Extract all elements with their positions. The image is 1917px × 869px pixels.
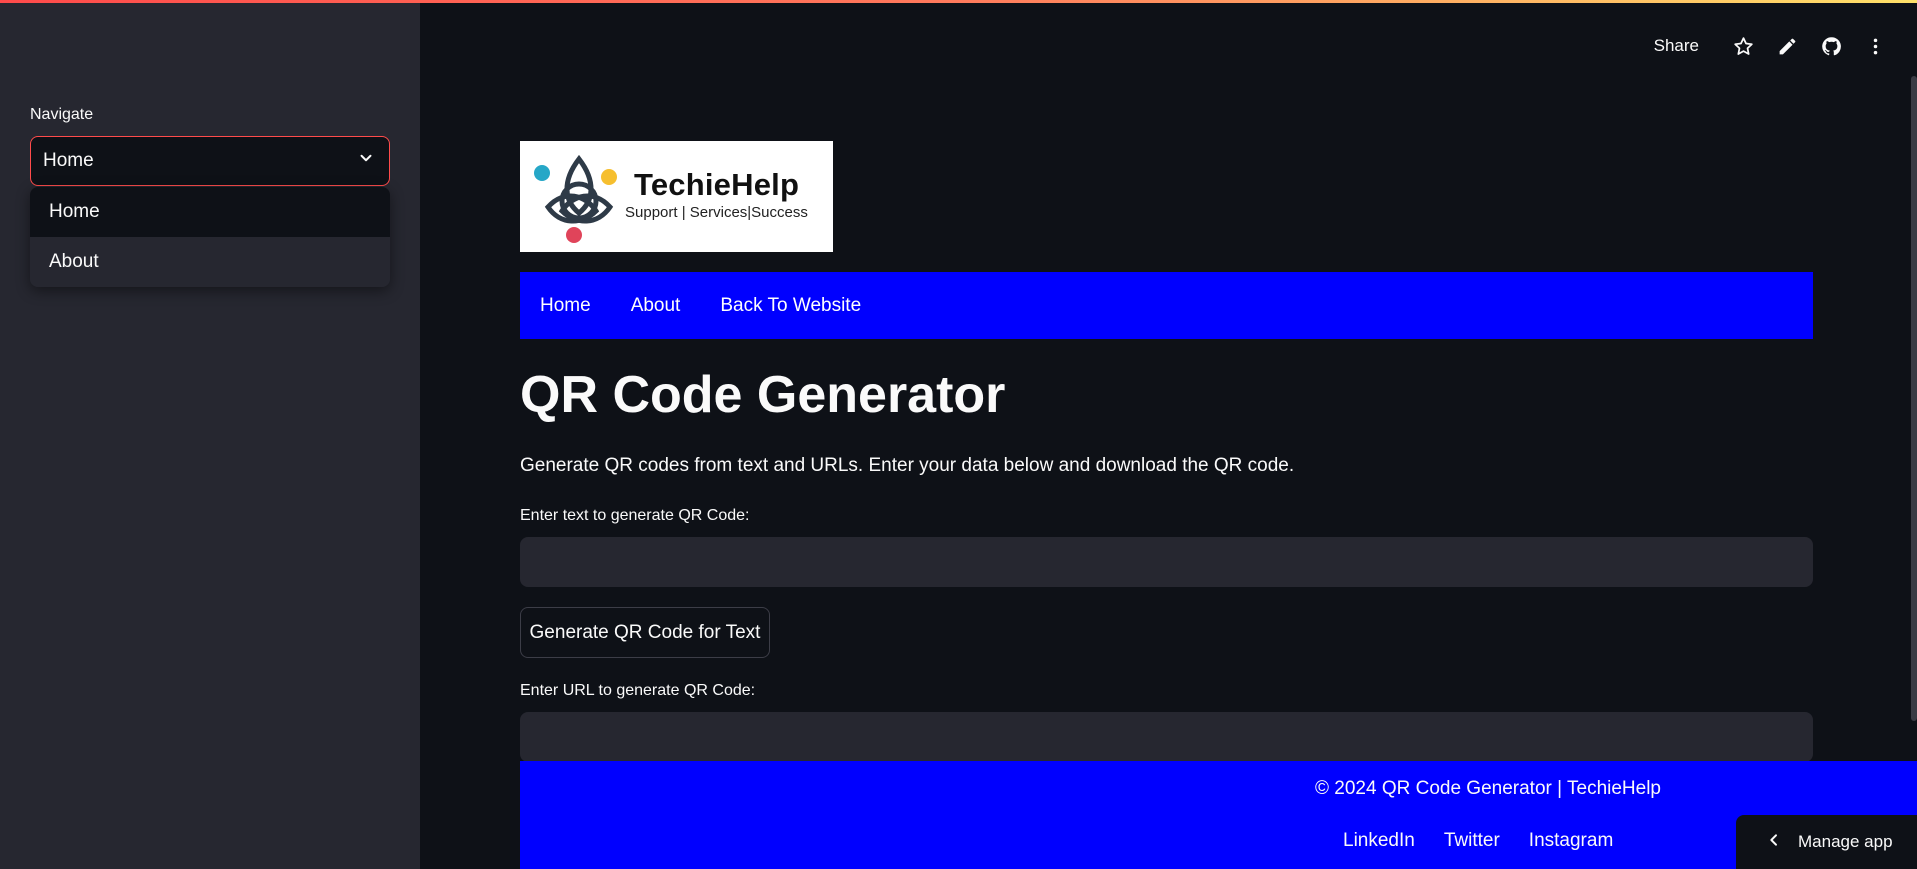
page-title: QR Code Generator [520, 366, 1006, 424]
top-accent-bar [0, 0, 1917, 3]
page-subtitle: Generate QR codes from text and URLs. En… [520, 455, 1295, 476]
navigate-label: Navigate [30, 106, 94, 123]
text-input-label: Enter text to generate QR Code: [520, 507, 750, 524]
manage-app-label: Manage app [1798, 832, 1893, 851]
logo-emblem-icon [534, 154, 617, 243]
more-vertical-icon[interactable] [1853, 28, 1897, 64]
share-button[interactable]: Share [1654, 36, 1699, 56]
star-icon[interactable] [1721, 28, 1765, 64]
navigate-dropdown-menu: Home About [30, 187, 390, 287]
dropdown-option-home[interactable]: Home [30, 187, 390, 237]
qr-text-input[interactable] [520, 537, 1813, 587]
chevron-down-icon [357, 149, 375, 173]
qr-url-input[interactable] [520, 712, 1813, 762]
navigate-select-value: Home [43, 150, 94, 171]
app-toolbar: Share [1654, 28, 1897, 64]
footer-links: LinkedIn Twitter Instagram [1343, 830, 1613, 852]
footer-copyright: © 2024 QR Code Generator | TechieHelp [1315, 778, 1661, 799]
url-input-label: Enter URL to generate QR Code: [520, 682, 756, 699]
logo-tagline: Support | Services|Success [625, 204, 808, 221]
footer-link-twitter[interactable]: Twitter [1444, 830, 1500, 852]
vertical-scrollbar[interactable] [1911, 76, 1917, 721]
navigate-select[interactable]: Home [30, 136, 390, 186]
footer-link-instagram[interactable]: Instagram [1529, 830, 1613, 852]
page-footer: © 2024 QR Code Generator | TechieHelp Li… [520, 761, 1917, 869]
footer-link-linkedin[interactable]: LinkedIn [1343, 830, 1415, 852]
nav-link-home[interactable]: Home [540, 295, 591, 317]
sidebar: Navigate Home Home About [0, 0, 420, 869]
nav-link-about[interactable]: About [631, 295, 681, 317]
techiehelp-logo: TechieHelp Support | Services|Success [520, 141, 833, 252]
github-icon[interactable] [1809, 28, 1853, 64]
pencil-icon[interactable] [1765, 28, 1809, 64]
chevron-left-icon [1766, 832, 1782, 853]
generate-text-qr-button[interactable]: Generate QR Code for Text [520, 607, 770, 658]
nav-link-back-to-website[interactable]: Back To Website [720, 295, 861, 317]
top-navbar: Home About Back To Website [520, 272, 1813, 339]
dropdown-option-about[interactable]: About [30, 237, 390, 287]
logo-brand-text: TechieHelp [634, 167, 800, 202]
manage-app-button[interactable]: Manage app [1736, 815, 1917, 869]
